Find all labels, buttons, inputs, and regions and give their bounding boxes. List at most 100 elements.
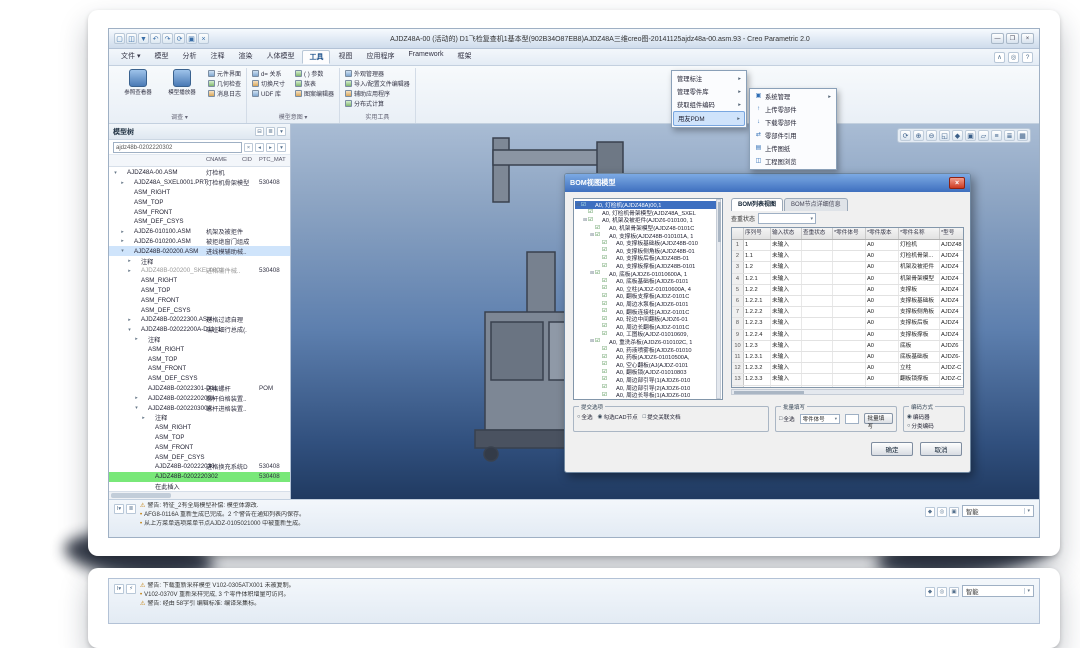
tree-row[interactable]: AJDZ48B-020222030 进格换充系统D 530408 bbox=[109, 462, 290, 472]
help-icon[interactable]: ? bbox=[1022, 52, 1033, 63]
bom-tree-row[interactable]: ☑ A0, 周边长导板(1(AJDZ6-010 bbox=[575, 391, 721, 399]
tree-settings-icon[interactable]: ▾ bbox=[277, 127, 286, 136]
datum-display-icon[interactable]: ▱ bbox=[978, 130, 989, 141]
menu-tab[interactable]: 人体模型 bbox=[260, 50, 300, 64]
tools-menu-item[interactable]: 获取组件编码 ▸ bbox=[673, 98, 745, 111]
menu-tab[interactable]: 工具 bbox=[302, 50, 330, 64]
bom-table-row[interactable]: 11 1.2.3.1 未输入 A0 底板基础板 AJDZ6- bbox=[732, 352, 963, 363]
tools-menu-item[interactable]: 用友PDM ▸ bbox=[673, 111, 745, 126]
tree-expander-icon[interactable]: ▸ bbox=[140, 415, 147, 421]
model-player-icon[interactable]: 模型播放器 bbox=[161, 69, 203, 96]
view-manager-icon[interactable]: ▦ bbox=[1017, 130, 1028, 141]
relations-icon[interactable]: d= 关系 bbox=[251, 69, 286, 78]
minimize-ribbon-icon[interactable]: ∧ bbox=[994, 52, 1005, 63]
clipboard-icon[interactable]: ▣ bbox=[949, 507, 959, 517]
checkbox-icon[interactable]: ☑ bbox=[595, 225, 602, 231]
bom-table-row[interactable]: 12 1.2.3.2 未输入 A0 立柱 AJDZ-C bbox=[732, 363, 963, 374]
tree-row[interactable]: ASM_FRONT bbox=[109, 295, 290, 305]
command-search-icon[interactable]: ◎ bbox=[1008, 52, 1019, 63]
undo-icon[interactable]: ↶ bbox=[150, 33, 161, 44]
checkbox-icon[interactable]: ☑ bbox=[602, 376, 609, 382]
reorient-icon[interactable]: ◆ bbox=[952, 130, 963, 141]
tree-row[interactable]: ASM_TOP bbox=[109, 286, 290, 296]
bom-table-row[interactable]: 7 1.2.2.2 未输入 A0 支撑板侧角板 AJDZ4 bbox=[732, 307, 963, 318]
bom-table-row[interactable]: 13 1.2.3.3 未输入 A0 翻板锁撑板 AJDZ-C bbox=[732, 374, 963, 385]
find-icon[interactable]: ◎ bbox=[937, 587, 947, 597]
save-icon[interactable]: ▼ bbox=[138, 33, 149, 44]
tree-row[interactable]: ▾ AJDZ48A-00.ASM 灯检机 bbox=[109, 168, 290, 178]
tree-expander-icon[interactable]: ▸ bbox=[126, 258, 133, 264]
tools-menu-item[interactable]: 管理标注 ▸ bbox=[673, 72, 745, 85]
regenerate-icon[interactable]: ⟳ bbox=[174, 33, 185, 44]
tree-expander-icon[interactable]: ▸ bbox=[126, 317, 133, 323]
message-filter-icon[interactable]: I▾ bbox=[114, 504, 124, 514]
checkbox-icon[interactable]: ☑ bbox=[602, 301, 609, 307]
ribbon-group-label[interactable]: 模型意图 ▾ bbox=[251, 111, 335, 123]
new-file-icon[interactable]: ▢ bbox=[114, 33, 125, 44]
tree-row[interactable]: ASM_FRONT bbox=[109, 364, 290, 374]
datum-filter-icon[interactable]: ◆ bbox=[925, 507, 935, 517]
coding-option[interactable]: ○ 分类编码 bbox=[907, 422, 934, 430]
tree-search-input[interactable]: ajdz48b-0202220302 bbox=[113, 142, 242, 153]
ribbon-group-label[interactable]: 实用工具 bbox=[344, 111, 411, 123]
checkbox-icon[interactable]: ☑ bbox=[602, 255, 609, 261]
checkbox-icon[interactable]: ☑ bbox=[602, 308, 609, 314]
bom-column-header[interactable]: *型号 bbox=[940, 228, 964, 239]
tree-row[interactable]: ASM_TOP bbox=[109, 433, 290, 443]
selection-filter-select[interactable]: 智能 ▾ bbox=[962, 505, 1034, 517]
tree-column-header[interactable]: CID bbox=[242, 157, 252, 163]
tree-row[interactable]: ▾ AJDZ48B-020220300A 螺杆进格装置.. bbox=[109, 403, 290, 413]
tree-row[interactable]: ASM_TOP bbox=[109, 354, 290, 364]
bom-table-row[interactable]: 9 1.2.2.4 未输入 A0 支撑板撑板 AJDZ4 bbox=[732, 330, 963, 341]
tree-row[interactable]: 在此插入 bbox=[109, 482, 290, 492]
bom-table-row[interactable]: 2 1.1 未输入 A0 灯检机骨架... AJDZ4 bbox=[732, 251, 963, 262]
tree-row[interactable]: ▸ AJDZ6-010200.ASM 被拒绝窗门组成 bbox=[109, 237, 290, 247]
checkbox-icon[interactable]: ☑ bbox=[602, 354, 609, 360]
checkbox-icon[interactable]: ☑ bbox=[602, 240, 609, 246]
tree-row[interactable]: ▸ 注释 bbox=[109, 413, 290, 423]
batch-fill-button[interactable]: 批量填写 bbox=[864, 413, 893, 424]
bom-tab[interactable]: BOM列表视图 bbox=[731, 198, 783, 211]
checkbox-icon[interactable]: ☑ bbox=[602, 316, 609, 322]
bom-table-row[interactable]: 5 1.2.2 未输入 A0 支撑板 AJDZ4 bbox=[732, 285, 963, 296]
tree-row[interactable]: ▾ AJDZ48B-02022200A-D11_1 瑞班细行总成(. bbox=[109, 325, 290, 335]
tree-column-header[interactable]: PTC_MAT bbox=[259, 157, 286, 163]
menu-tab[interactable]: 注释 bbox=[204, 50, 230, 64]
search-prev-icon[interactable]: ◂ bbox=[255, 143, 264, 152]
tree-row[interactable]: AJDZ48B-0202220302 530408 bbox=[109, 472, 290, 482]
maximize-button[interactable]: ❐ bbox=[1006, 33, 1019, 44]
checkbox-icon[interactable]: ☑ bbox=[602, 323, 609, 329]
bom-column-header[interactable]: 查重状态 bbox=[802, 228, 833, 239]
annotation-display-icon[interactable]: ≡ bbox=[991, 130, 1002, 141]
zoom-fit-icon[interactable]: ◱ bbox=[939, 130, 950, 141]
windows-icon[interactable]: ▣ bbox=[186, 33, 197, 44]
tree-expander-icon[interactable]: ▸ bbox=[119, 229, 126, 235]
message-area-icon[interactable]: ≣ bbox=[126, 504, 136, 514]
geometry-check-icon[interactable]: 几何检查 bbox=[207, 79, 242, 88]
checkbox-icon[interactable]: ☑ bbox=[602, 285, 609, 291]
close-button[interactable]: × bbox=[1021, 33, 1034, 44]
checkbox-icon[interactable]: ☑ bbox=[602, 346, 609, 352]
distributed-computing-icon[interactable]: 分布式计算 bbox=[344, 99, 411, 108]
bom-column-header[interactable]: *零件体号 bbox=[833, 228, 866, 239]
checkbox-icon[interactable]: ☑ bbox=[595, 338, 602, 344]
family-table-icon[interactable]: 族表 bbox=[294, 79, 335, 88]
tree-row[interactable]: ▸ AJDZ48B-02022300.ASM 进格过滤自理 bbox=[109, 315, 290, 325]
tree-column-header[interactable]: CNAME bbox=[206, 157, 227, 163]
udf-library-icon[interactable]: UDF 库 bbox=[251, 89, 286, 98]
zoom-in-icon[interactable]: ⊕ bbox=[913, 130, 924, 141]
bom-table-row[interactable]: 3 1.2 未输入 A0 机架及被拒件 AJDZ4 bbox=[732, 262, 963, 273]
tree-list-icon[interactable]: ⊟ bbox=[255, 127, 264, 136]
tools-menu-item[interactable]: 管理零件库 ▸ bbox=[673, 85, 745, 98]
bom-table-scrollbar[interactable] bbox=[731, 389, 964, 395]
tree-row[interactable]: ASM_RIGHT bbox=[109, 188, 290, 198]
bom-table-row[interactable]: 10 1.2.3 未输入 A0 底板 AJDZ6 bbox=[732, 341, 963, 352]
message-log-icon[interactable]: 消息日志 bbox=[207, 89, 242, 98]
tree-row[interactable]: ASM_DEF_CSYS bbox=[109, 217, 290, 227]
cancel-button[interactable]: 取消 bbox=[920, 442, 962, 456]
checkbox-icon[interactable]: ☑ bbox=[602, 331, 609, 337]
ribbon-group-label[interactable]: 调查 ▾ bbox=[117, 111, 242, 123]
bom-tree-scrollbar[interactable] bbox=[716, 199, 721, 399]
tree-row[interactable]: ASM_RIGHT bbox=[109, 276, 290, 286]
tree-row[interactable]: ▸ AJDZ48A_SXEL0001.PRT 灯检机骨架模型 530408 bbox=[109, 178, 290, 188]
